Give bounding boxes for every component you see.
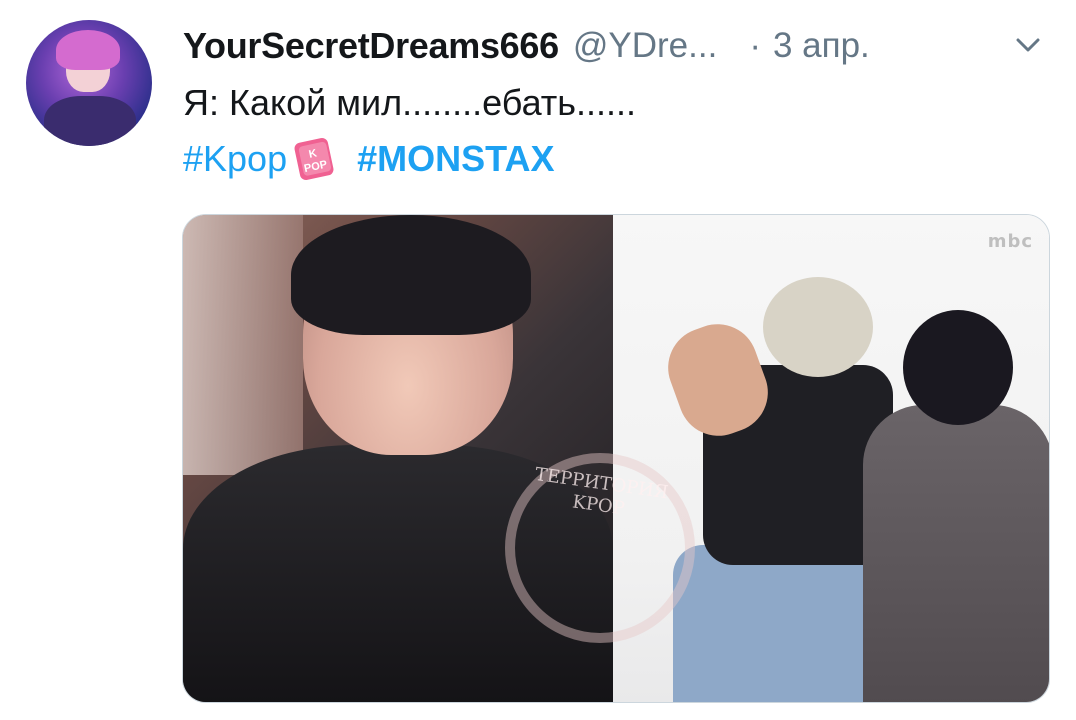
tweet-header: YourSecretDreams666 @YDre... · 3 апр. xyxy=(183,24,870,68)
person-two-body xyxy=(863,405,1049,702)
tweet-date[interactable]: 3 апр. xyxy=(773,26,870,66)
author-avatar[interactable] xyxy=(26,20,152,146)
hashtag-kpop[interactable]: #Kpop xyxy=(183,138,287,180)
photo-left[interactable] xyxy=(183,215,613,702)
avatar-shoulders xyxy=(44,96,136,146)
jeans xyxy=(673,545,893,702)
photo-right[interactable]: mbc xyxy=(613,215,1049,702)
person-two-head xyxy=(903,310,1013,425)
header-separator: · xyxy=(749,26,761,65)
mbc-logo: mbc xyxy=(987,231,1033,252)
display-name[interactable]: YourSecretDreams666 xyxy=(183,25,559,67)
user-handle[interactable]: @YDre... xyxy=(573,26,717,66)
tweet-text: Я: Какой мил........ебать...... xyxy=(183,82,637,123)
kpop-emoji-icon: K POP xyxy=(294,137,334,181)
chevron-down-icon[interactable] xyxy=(1008,30,1048,60)
hashtag-row: #Kpop K POP #MONSTAX xyxy=(183,134,554,184)
avatar-hair xyxy=(56,30,120,70)
person-one-head xyxy=(763,277,873,377)
person-hair xyxy=(291,215,531,335)
tweet-media[interactable]: mbc ТЕРРИТОРИЯ KPOP xyxy=(182,214,1050,703)
hashtag-monstax[interactable]: #MONSTAX xyxy=(357,138,554,180)
clothes-rack xyxy=(183,215,303,475)
